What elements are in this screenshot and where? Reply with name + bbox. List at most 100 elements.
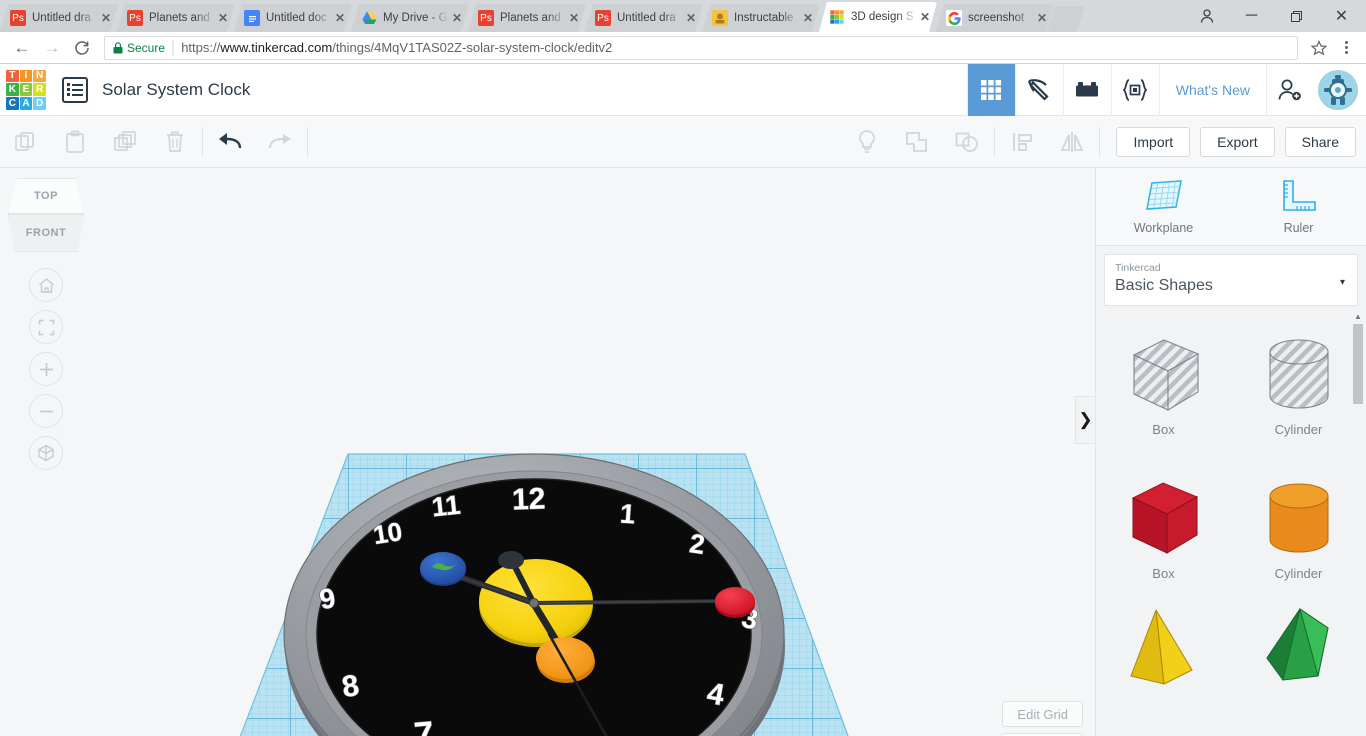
- ungroup-icon[interactable]: [942, 116, 992, 168]
- lightbulb-icon[interactable]: [842, 116, 892, 168]
- close-icon[interactable]: ✕: [449, 10, 465, 26]
- home-view-button[interactable]: [29, 268, 63, 302]
- secure-label: Secure: [127, 40, 166, 55]
- shapes-grid-wrap[interactable]: Box Cylinder Box Cylinder ▲: [1096, 306, 1366, 736]
- mirror-icon[interactable]: [1047, 116, 1097, 168]
- browser-tab-6[interactable]: Instructable ✕: [702, 4, 820, 32]
- delete-icon[interactable]: [150, 116, 200, 168]
- shape-cylinder-orange[interactable]: Cylinder: [1231, 456, 1366, 600]
- star-icon[interactable]: [1306, 35, 1332, 61]
- reload-button[interactable]: [68, 34, 96, 62]
- page-title[interactable]: Solar System Clock: [102, 80, 250, 100]
- group-icon[interactable]: [892, 116, 942, 168]
- new-tab-button[interactable]: [1047, 6, 1085, 32]
- zoom-out-button[interactable]: [29, 394, 63, 428]
- browser-tab-4[interactable]: Ps Planets and ✕: [468, 4, 586, 32]
- minimize-button[interactable]: ─: [1229, 0, 1274, 32]
- workplane-tool[interactable]: Workplane: [1096, 168, 1231, 245]
- whats-new-link[interactable]: What's New: [1158, 63, 1266, 116]
- library-value: Basic Shapes: [1115, 277, 1213, 294]
- view-cube-top-face[interactable]: TOP: [8, 178, 84, 214]
- shapes-panel: Workplane Ruler Tinkercad Basic Shapes ▾…: [1095, 168, 1366, 736]
- perspective-toggle-button[interactable]: [29, 436, 63, 470]
- google-icon: [946, 10, 962, 26]
- close-icon[interactable]: ✕: [1034, 10, 1050, 26]
- view-cube[interactable]: TOP FRONT: [8, 176, 84, 254]
- scroll-up-icon[interactable]: ▲: [1354, 312, 1362, 321]
- back-button[interactable]: ←: [8, 34, 36, 62]
- clock-number-12: 12: [511, 482, 546, 516]
- lego-brick-icon[interactable]: [1062, 63, 1111, 116]
- toolbar-divider: [202, 126, 203, 157]
- instructables-icon: [712, 10, 728, 26]
- export-button[interactable]: Export: [1200, 126, 1275, 157]
- codeblocks-icon[interactable]: [1110, 63, 1159, 116]
- minecraft-pickaxe-icon[interactable]: [1014, 63, 1063, 116]
- browser-tab-5[interactable]: Ps Untitled dra ✕: [585, 4, 703, 32]
- shape-polyhedron-green[interactable]: [1231, 600, 1366, 690]
- grid-apps-icon[interactable]: [966, 63, 1015, 116]
- shape-box-red[interactable]: Box: [1096, 456, 1231, 600]
- browser-tab-2[interactable]: Untitled doc ✕: [234, 4, 352, 32]
- undo-icon[interactable]: [205, 116, 255, 168]
- redo-icon[interactable]: [255, 116, 305, 168]
- import-button[interactable]: Import: [1116, 126, 1191, 157]
- paste-icon[interactable]: [50, 116, 100, 168]
- clock-number-10: 10: [371, 516, 404, 550]
- shape-box-hole[interactable]: Box: [1096, 312, 1231, 456]
- app-header: T I N K E R C A D Solar System Clock Wha…: [0, 63, 1366, 116]
- shape-label: Box: [1152, 565, 1175, 581]
- browser-tab-0[interactable]: Ps Untitled dra ✕: [0, 4, 118, 32]
- browser-tab-3[interactable]: My Drive - G ✕: [351, 4, 469, 32]
- duplicate-icon[interactable]: [100, 116, 150, 168]
- zoom-in-button[interactable]: [29, 352, 63, 386]
- shape-cylinder-hole[interactable]: Cylinder: [1231, 312, 1366, 456]
- url-path: /things/4MqV1TAS02Z-solar-system-clock/e…: [332, 40, 613, 55]
- close-icon[interactable]: ✕: [98, 10, 114, 26]
- browser-tab-8[interactable]: screenshot ✕: [936, 4, 1054, 32]
- close-icon[interactable]: ✕: [566, 10, 582, 26]
- shape-label: Cylinder: [1274, 565, 1323, 581]
- align-icon[interactable]: [997, 116, 1047, 168]
- polyhedron-green-icon: [1265, 607, 1329, 682]
- toolbar-divider: [994, 126, 996, 157]
- maximize-button[interactable]: [1274, 0, 1319, 32]
- fit-view-button[interactable]: [29, 310, 63, 344]
- cylinder-orange-icon: [1269, 483, 1328, 552]
- close-icon[interactable]: ✕: [917, 9, 933, 25]
- ruler-tool[interactable]: Ruler: [1231, 168, 1366, 245]
- edit-grid-button[interactable]: Edit Grid: [1002, 701, 1083, 727]
- tinkercad-logo-icon[interactable]: T I N K E R C A D: [6, 69, 46, 110]
- shape-pyramid-yellow[interactable]: [1096, 600, 1231, 690]
- copy-icon[interactable]: [0, 116, 50, 168]
- clock-number-1: 1: [619, 499, 636, 530]
- close-icon[interactable]: ✕: [215, 10, 231, 26]
- browser-tab-1[interactable]: Ps Planets and ✕: [117, 4, 235, 32]
- browser-tab-7[interactable]: 3D design S ✕: [819, 2, 937, 32]
- avatar[interactable]: [1318, 69, 1358, 110]
- grid-controls: Edit Grid Snap Grid 1.0 mm ▲: [934, 701, 1083, 736]
- forward-button[interactable]: →: [38, 34, 66, 62]
- close-icon[interactable]: ✕: [683, 10, 699, 26]
- project-list-icon[interactable]: [62, 76, 88, 103]
- add-user-icon[interactable]: [1266, 63, 1312, 116]
- logo-cell-n: N: [33, 69, 46, 83]
- browser-url-bar: ← → Secure | https://www.tinkercad.com/t…: [0, 32, 1366, 64]
- shape-library-select[interactable]: Tinkercad Basic Shapes ▾: [1104, 254, 1358, 306]
- account-icon[interactable]: [1184, 0, 1229, 32]
- share-button[interactable]: Share: [1284, 126, 1356, 157]
- shapes-scrollbar[interactable]: ▲ ▼: [1352, 312, 1364, 736]
- view-cube-front-face[interactable]: FRONT: [8, 214, 84, 252]
- scrollbar-thumb[interactable]: [1353, 324, 1363, 404]
- box-hole-icon: [1132, 338, 1199, 411]
- toolbar-divider: [1099, 126, 1101, 157]
- close-icon[interactable]: ✕: [800, 10, 816, 26]
- address-bar[interactable]: Secure | https://www.tinkercad.com/thing…: [104, 35, 1298, 60]
- close-icon[interactable]: ✕: [332, 10, 348, 26]
- three-dot-menu-icon[interactable]: [1334, 35, 1358, 61]
- panel-collapse-toggle[interactable]: ❯: [1075, 396, 1095, 444]
- 3d-viewport[interactable]: Workplane 12 1 2 3: [0, 168, 1095, 736]
- close-window-button[interactable]: ✕: [1319, 0, 1364, 32]
- photoshop-icon: Ps: [478, 10, 494, 26]
- photoshop-icon: Ps: [595, 10, 611, 26]
